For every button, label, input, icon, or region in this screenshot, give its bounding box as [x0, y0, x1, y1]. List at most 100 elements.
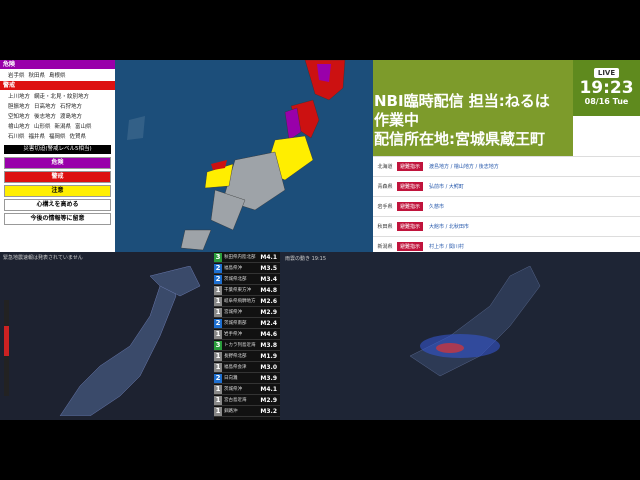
region-label: 新潟県: [377, 244, 393, 250]
intensity-badge: 1: [214, 406, 222, 416]
intensity-badge: 1: [214, 285, 222, 295]
magnitude-label: M3.5: [260, 264, 277, 272]
rain-radar-map: 雨雲の動き 19:15: [280, 252, 640, 420]
region-name: 島根県: [49, 73, 66, 79]
radar-title: 雨雲の動き 19:15: [285, 256, 326, 262]
region-name: 秋田県: [28, 73, 46, 79]
earthquake-item[interactable]: 1 宮古島近海 M2.9: [214, 395, 280, 406]
earthquake-item[interactable]: 1 福島県会津 M3.0: [214, 362, 280, 373]
epicenter-label: 長野県北部: [224, 354, 247, 359]
earthquake-item[interactable]: 2 茨城県南部 M2.4: [214, 318, 280, 329]
alert-level-legend: 危険 警戒 注意 心構えを高める 今後の情報等に留意: [0, 157, 115, 225]
earthquake-item[interactable]: 1 千葉県東方沖 M4.8: [214, 285, 280, 296]
magnitude-label: M3.4: [260, 275, 277, 283]
evacuation-badge: 避難指示: [397, 222, 424, 231]
earthquake-history-list[interactable]: 3 秋田県内陸北部 M4.1 2 福島県沖 M3.5 2 茨城県北部 M3.4 1 千葉県東方沖 M4…: [214, 252, 280, 420]
live-badge: LIVE: [593, 68, 620, 78]
danger-header: 危険: [0, 60, 115, 69]
evacuation-areas: 久慈市: [429, 204, 445, 210]
japan-alert-map: [115, 60, 373, 252]
magnitude-label: M3.9: [260, 374, 277, 382]
alert-level-item: 警戒: [4, 171, 111, 183]
earthquake-item[interactable]: 2 福島県沖 M3.5: [214, 263, 280, 274]
clock-date: 08/16 Tue: [584, 97, 629, 106]
evacuation-areas: 渡島地方 / 檜山地方 / 後志地方: [429, 164, 499, 170]
intensity-badge: 3: [214, 340, 222, 350]
magnitude-label: M3.8: [260, 341, 277, 349]
region-name: 石狩地方: [60, 104, 83, 110]
earthquake-item[interactable]: 1 宮城県沖 M2.9: [214, 307, 280, 318]
region-name: 山形県: [34, 124, 51, 130]
stream-title-line2: 作業中: [374, 111, 420, 129]
epicenter-label: 福島県会津: [224, 365, 247, 370]
epicenter-label: 茨城県北部: [224, 277, 247, 282]
earthquake-item[interactable]: 2 日向灘 M3.9: [214, 373, 280, 384]
disaster-imminent-title: 災害切迫(警戒レベル5相当): [4, 145, 111, 154]
alert-level-item: 危険: [4, 157, 111, 169]
intensity-badge: 1: [214, 329, 222, 339]
earthquake-item[interactable]: 3 秋田県内陸北部 M4.1: [214, 252, 280, 263]
intensity-badge: 1: [214, 395, 222, 405]
region-name: 後志地方: [34, 114, 57, 120]
magnitude-label: M4.6: [260, 330, 277, 338]
intensity-badge: 2: [214, 274, 222, 284]
evacuation-row: 青森県 避難指示 弘前市 / 大鰐町: [373, 176, 640, 196]
region-name: 新潟県: [54, 124, 72, 130]
eew-status-label: 緊急地震速報は発表されていません: [3, 255, 83, 261]
region-name: 渡島地方: [60, 114, 83, 120]
weather-alert-panel: 危険 岩手県 秋田県 島根県 警戒 上川地方 網走・北見・紋別地方 胆振地方 日高地方 石狩…: [0, 60, 115, 252]
region-name: 網走・北見・紋別地方: [34, 94, 90, 100]
magnitude-label: M1.9: [260, 352, 277, 360]
intensity-badge: 1: [214, 362, 222, 372]
earthquake-item[interactable]: 1 茨城県沖 M4.1: [214, 384, 280, 395]
warning-header: 警戒: [0, 81, 115, 90]
earthquake-item[interactable]: 1 長野県北部 M1.9: [214, 351, 280, 362]
evacuation-areas: 弘前市 / 大鰐町: [429, 184, 464, 190]
magnitude-label: M2.6: [260, 297, 277, 305]
evacuation-badge: 避難指示: [397, 242, 424, 251]
evacuation-badge: 避難指示: [397, 162, 424, 171]
region-name: 空知地方: [8, 114, 31, 120]
region-name: 日高地方: [34, 104, 57, 110]
seismic-intensity-map: 緊急地震速報は発表されていません: [0, 252, 214, 420]
evacuation-badge: 避難指示: [397, 202, 424, 211]
magnitude-label: M4.1: [260, 253, 277, 261]
region-label: 秋田県: [377, 224, 393, 230]
earthquake-item[interactable]: 2 茨城県北部 M3.4: [214, 274, 280, 285]
stream-title-box: NBI臨時配信 担当:ねるは 作業中 配信所在地:宮城県蔵王町: [373, 60, 573, 156]
stream-title-line1: NBI臨時配信 担当:ねるは: [374, 92, 550, 110]
stream-title-line3: 配信所在地:宮城県蔵王町: [374, 130, 545, 148]
clock-box: LIVE 19:23 08/16 Tue: [573, 60, 640, 116]
region-label: 青森県: [377, 184, 393, 190]
region-name: 福井県: [28, 134, 46, 140]
magnitude-label: M4.8: [260, 286, 277, 294]
intensity-badge: 2: [214, 263, 222, 273]
region-label: 岩手県: [377, 204, 393, 210]
region-label: 北海道: [377, 164, 393, 170]
alert-level-item: 今後の情報等に留意: [4, 213, 111, 225]
region-name: 岩手県: [8, 73, 25, 79]
region-name: 福岡県: [49, 134, 66, 140]
intensity-badge: 1: [214, 307, 222, 317]
epicenter-label: トカラ列島近海: [224, 343, 256, 348]
epicenter-label: 千葉県東方沖: [224, 288, 251, 293]
evacuation-row: 岩手県 避難指示 久慈市: [373, 196, 640, 216]
magnitude-label: M3.2: [260, 407, 277, 415]
epicenter-label: 岩手県沖: [224, 332, 242, 337]
intensity-badge: 1: [214, 384, 222, 394]
epicenter-label: 岐阜県飛騨地方: [224, 299, 256, 304]
clock-time: 19:23: [579, 78, 634, 98]
earthquake-item[interactable]: 3 トカラ列島近海 M3.8: [214, 340, 280, 351]
epicenter-label: 釧路沖: [224, 409, 238, 414]
region-name: 佐賀県: [69, 134, 87, 140]
evacuation-row: 北海道 避難指示 渡島地方 / 檜山地方 / 後志地方: [373, 156, 640, 176]
alert-level-item: 心構えを高める: [4, 199, 111, 211]
earthquake-item[interactable]: 1 岩手県沖 M4.6: [214, 329, 280, 340]
epicenter-label: 宮城県沖: [224, 310, 242, 315]
epicenter-label: 福島県沖: [224, 266, 242, 271]
top-black-bar: [0, 0, 640, 60]
intensity-badge: 2: [214, 373, 222, 383]
earthquake-item[interactable]: 1 釧路沖 M3.2: [214, 406, 280, 417]
earthquake-item[interactable]: 1 岐阜県飛騨地方 M2.6: [214, 296, 280, 307]
epicenter-label: 日向灘: [224, 376, 238, 381]
